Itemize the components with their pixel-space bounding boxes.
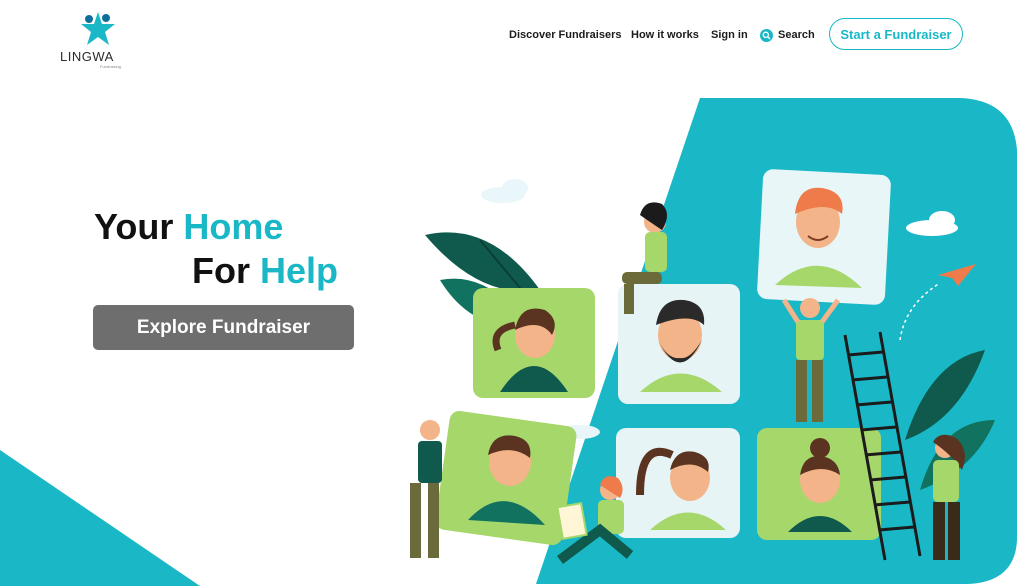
start-fundraiser-button[interactable]: Start a Fundraiser [829, 18, 963, 50]
nav-discover-fundraisers[interactable]: Discover Fundraisers [509, 27, 622, 43]
brand-logo[interactable]: LINGWA Fundraising [60, 10, 144, 69]
teal-corner-shape [0, 450, 200, 586]
person-figure [410, 420, 442, 558]
landing-page: LINGWA Fundraising Discover Fundraisers … [0, 0, 1035, 586]
headline-accent-word: Home [183, 206, 284, 247]
headline-word: For [192, 250, 250, 291]
hero-illustration [0, 98, 1017, 586]
nav-signin-label[interactable]: Sign in [711, 29, 748, 41]
nav-sign-in[interactable]: Sign in [711, 27, 748, 43]
cloud-icon [481, 179, 528, 203]
nav-discover-label[interactable]: Discover Fundraisers [509, 29, 622, 41]
logo-people-icon [81, 12, 115, 45]
hero-headline: Your Home For Help [94, 205, 338, 293]
headline-line-1: Your Home [94, 205, 338, 249]
nav-how-it-works[interactable]: How it works [631, 27, 699, 43]
explore-fundraiser-button[interactable]: Explore Fundraiser [93, 305, 354, 350]
headline-line-2: For Help [94, 249, 338, 293]
nav-search-label[interactable]: Search [778, 29, 815, 41]
brand-name: LINGWA [60, 49, 114, 64]
headline-accent-word: Help [260, 250, 339, 291]
nav-search[interactable]: Search [760, 27, 815, 43]
nav-how-label[interactable]: How it works [631, 29, 699, 41]
search-icon [760, 28, 773, 42]
brand-tagline: Fundraising [100, 64, 121, 69]
headline-word: Your [94, 206, 174, 247]
